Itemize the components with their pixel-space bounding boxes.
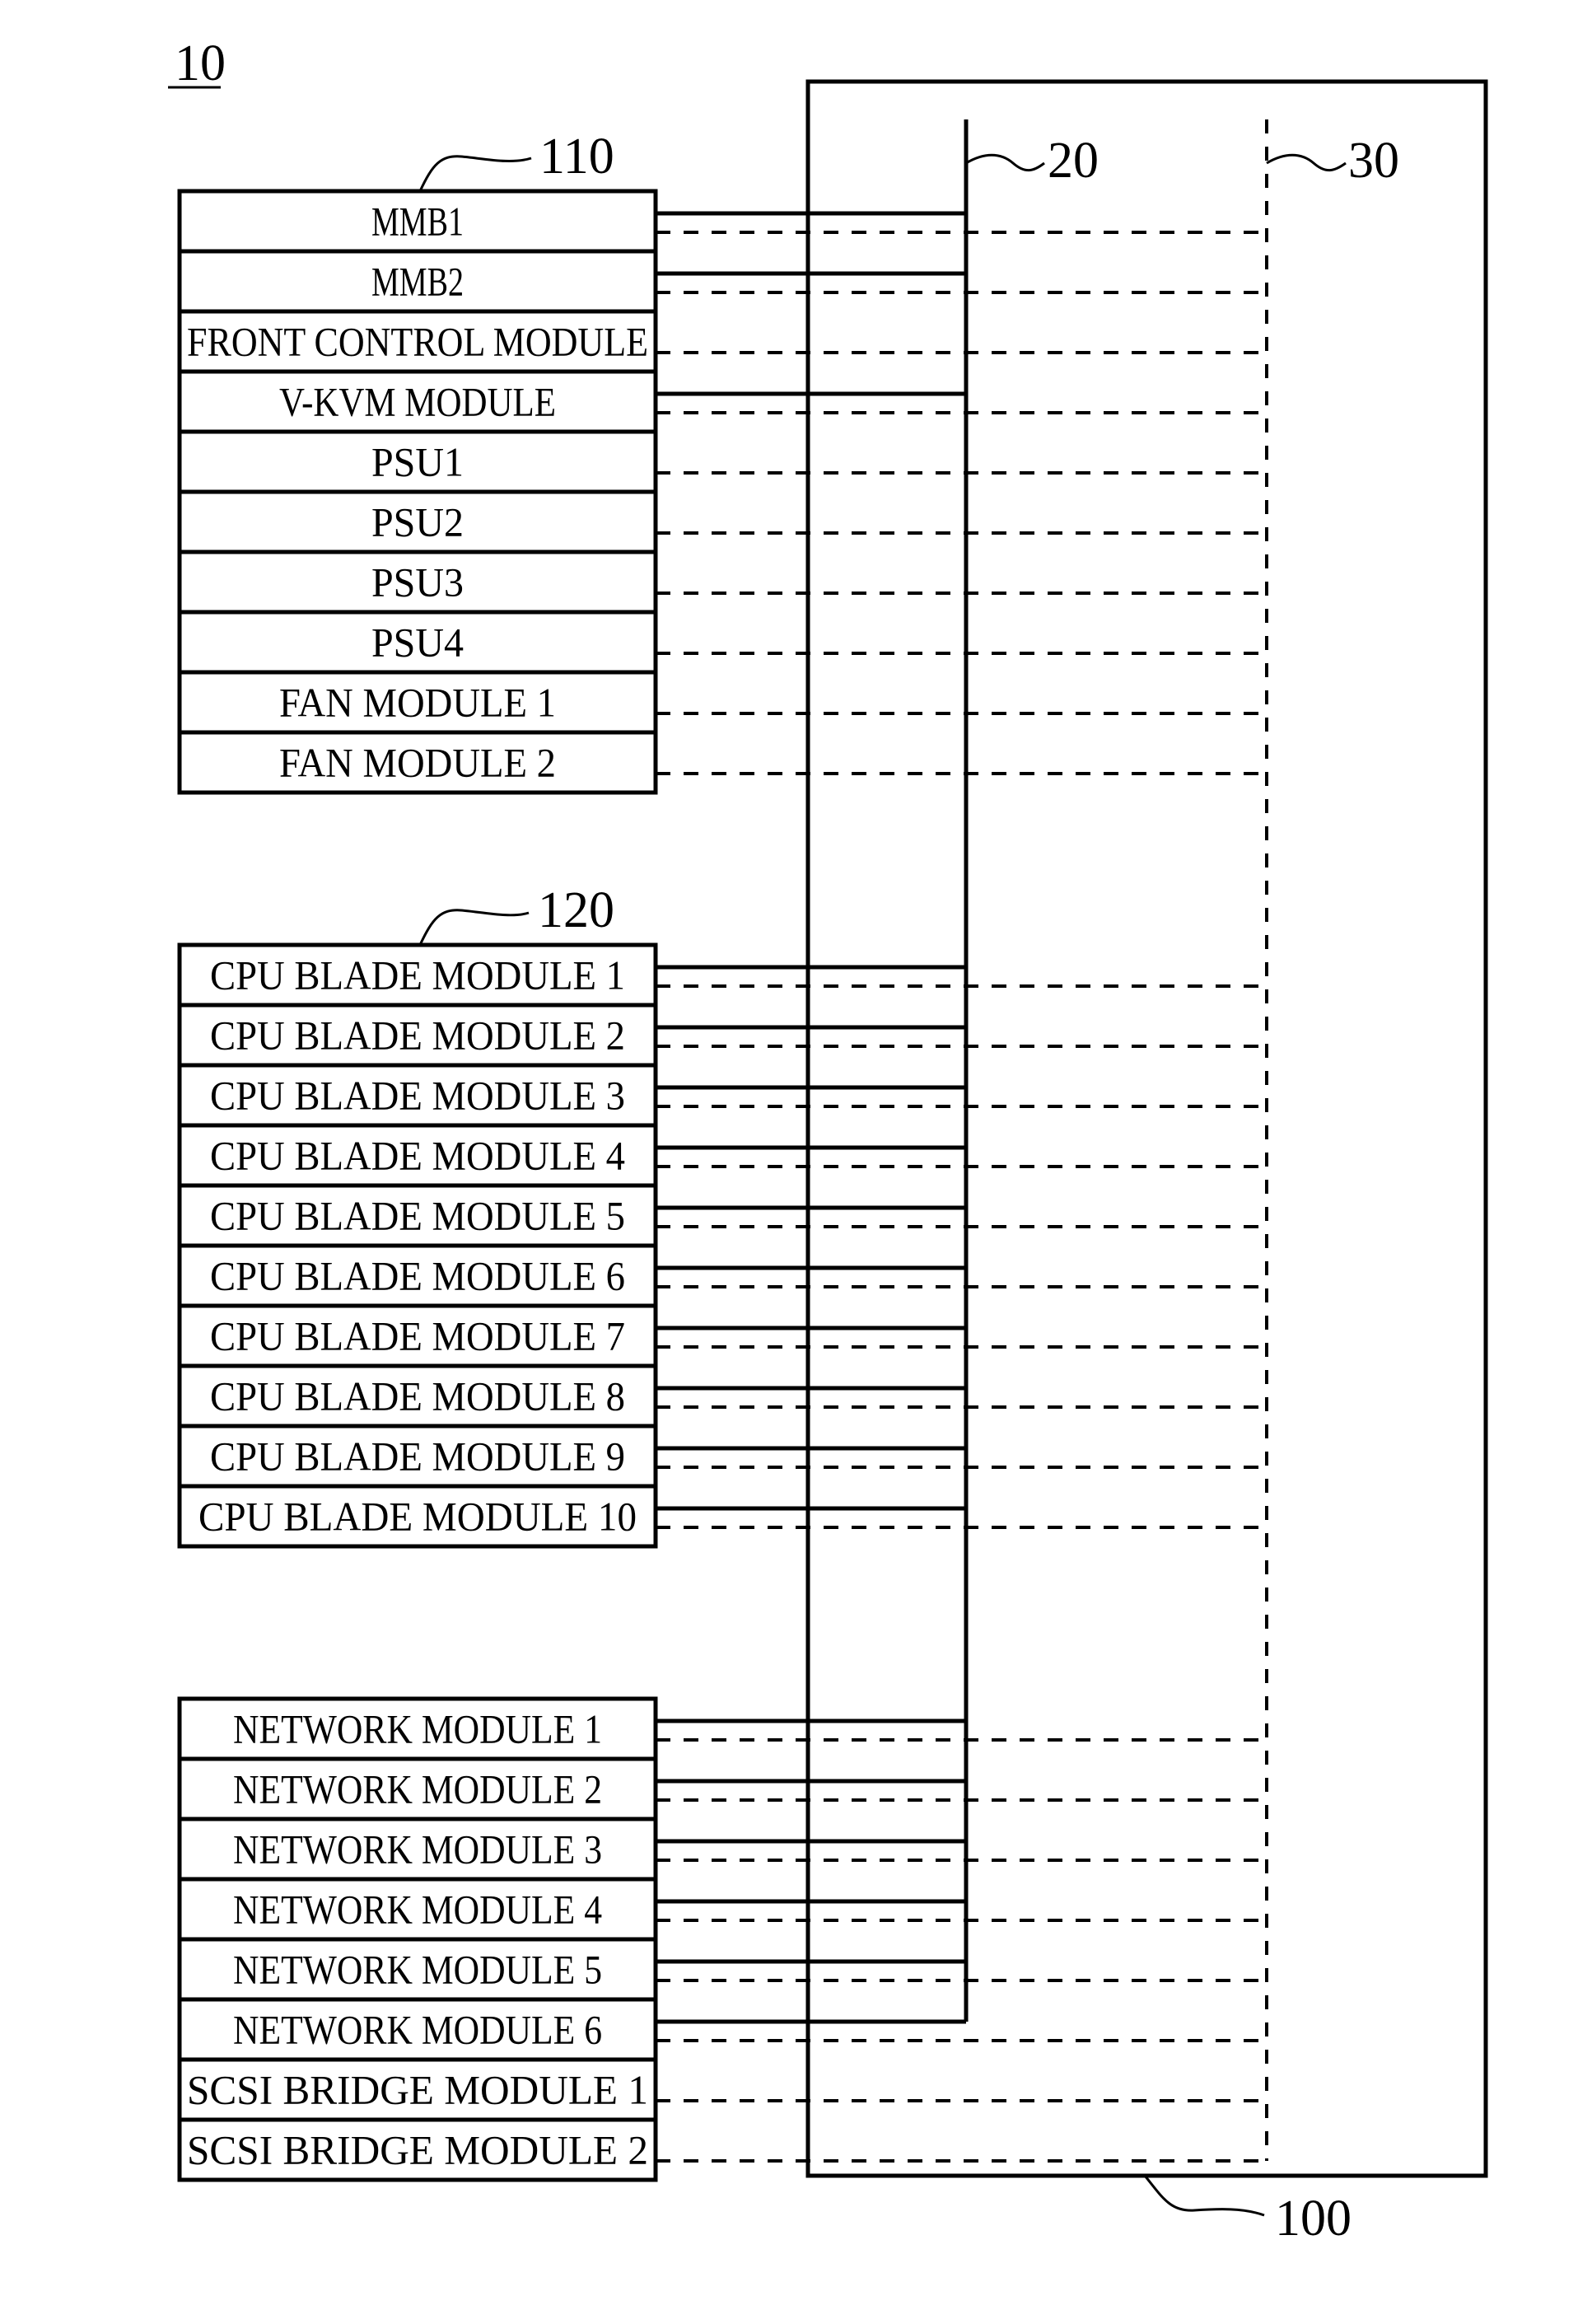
module-front-control-module: FRONT CONTROL MODULE [177,309,658,374]
module-label: FRONT CONTROL MODULE [187,319,648,365]
module-network-module-3: NETWORK MODULE 3 [177,1817,658,1882]
module-cpu-blade-module-6: CPU BLADE MODULE 6 [177,1243,658,1308]
module-network-module-6: NETWORK MODULE 6 [177,1997,658,2062]
module-label: MMB1 [371,199,464,245]
group-110-ref-label: 110 [539,129,614,185]
figure-ref-10: 10 [168,35,226,91]
module-cpu-blade-module-5: CPU BLADE MODULE 5 [177,1183,658,1248]
module-cpu-blade-module-2: CPU BLADE MODULE 2 [177,1003,658,1068]
module-label: PSU4 [371,620,464,666]
module-label: FAN MODULE 1 [279,680,556,726]
module-groups: MMB1 MMB2 FRONT CONTROL MODULE V-KVM MODULE… [177,189,658,2182]
module-scsi-bridge-module-2: SCSI BRIDGE MODULE 2 [177,2117,658,2182]
module-label: CPU BLADE MODULE 5 [210,1193,625,1239]
module-cpu-blade-module-7: CPU BLADE MODULE 7 [177,1303,658,1368]
module-cpu-blade-module-8: CPU BLADE MODULE 8 [177,1363,658,1429]
module-label: PSU3 [371,559,464,606]
module-scsi-bridge-module-1: SCSI BRIDGE MODULE 1 [177,2057,658,2122]
module-label: SCSI BRIDGE MODULE 2 [187,2127,648,2173]
module-label: CPU BLADE MODULE 8 [210,1373,625,1419]
bus-30-label: 30 [1348,133,1399,189]
module-mmb1: MMB1 [177,189,658,254]
module-label: CPU BLADE MODULE 2 [210,1012,625,1059]
module-psu2: PSU2 [177,489,658,554]
module-fan-module-1: FAN MODULE 1 [177,670,658,735]
module-label: FAN MODULE 2 [279,740,556,786]
module-label: CPU BLADE MODULE 10 [198,1494,637,1540]
module-label: NETWORK MODULE 4 [233,1887,602,1933]
module-label: V-KVM MODULE [279,379,556,425]
module-network-module-5: NETWORK MODULE 5 [177,1937,658,2002]
module-label: NETWORK MODULE 3 [233,1826,602,1873]
module-label: CPU BLADE MODULE 3 [210,1073,625,1119]
group-120: CPU BLADE MODULE 1 CPU BLADE MODULE 2 CPU … [177,942,658,1549]
module-cpu-blade-module-1: CPU BLADE MODULE 1 [177,942,658,1008]
module-label: NETWORK MODULE 5 [233,1947,602,1993]
module-cpu-blade-module-4: CPU BLADE MODULE 4 [177,1123,658,1188]
backplane-ref-label: 100 [1275,2191,1352,2247]
module-label: PSU2 [371,499,464,545]
module-network-module-1: NETWORK MODULE 1 [177,1696,658,1761]
module-label: MMB2 [371,259,464,305]
module-mmb2: MMB2 [177,249,658,314]
module-label: NETWORK MODULE 1 [233,1706,602,1752]
module-label: NETWORK MODULE 6 [233,2007,602,2053]
module-network-module-4: NETWORK MODULE 4 [177,1877,658,1942]
group-120-ref-label: 120 [538,882,614,938]
module-cpu-blade-module-10: CPU BLADE MODULE 10 [177,1484,658,1549]
module-cpu-blade-module-3: CPU BLADE MODULE 3 [177,1063,658,1128]
blade-system-diagram: 10 MMB1 MMB2 FRONT CONTROL MODULE V-KVM MOD… [0,0,1578,2324]
module-label: PSU1 [371,439,464,485]
figure-ref-label: 10 [175,35,226,91]
module-label: NETWORK MODULE 2 [233,1766,602,1812]
module-label: CPU BLADE MODULE 4 [210,1133,625,1179]
group-io: NETWORK MODULE 1 NETWORK MODULE 2 NETWORK … [177,1696,658,2182]
module-label: CPU BLADE MODULE 7 [210,1313,625,1359]
module-label: CPU BLADE MODULE 9 [210,1433,625,1480]
module-label: CPU BLADE MODULE 1 [210,952,625,998]
module-network-module-2: NETWORK MODULE 2 [177,1756,658,1821]
group-110: MMB1 MMB2 FRONT CONTROL MODULE V-KVM MODULE… [177,189,658,795]
module-label: CPU BLADE MODULE 6 [210,1253,625,1299]
module-psu4: PSU4 [177,610,658,675]
module-v-kvm-module: V-KVM MODULE [177,369,658,434]
module-psu3: PSU3 [177,549,658,615]
module-fan-module-2: FAN MODULE 2 [177,730,658,795]
bus-20-label: 20 [1048,133,1099,189]
module-label: SCSI BRIDGE MODULE 1 [187,2067,648,2113]
module-psu1: PSU1 [177,429,658,494]
module-cpu-blade-module-9: CPU BLADE MODULE 9 [177,1424,658,1489]
